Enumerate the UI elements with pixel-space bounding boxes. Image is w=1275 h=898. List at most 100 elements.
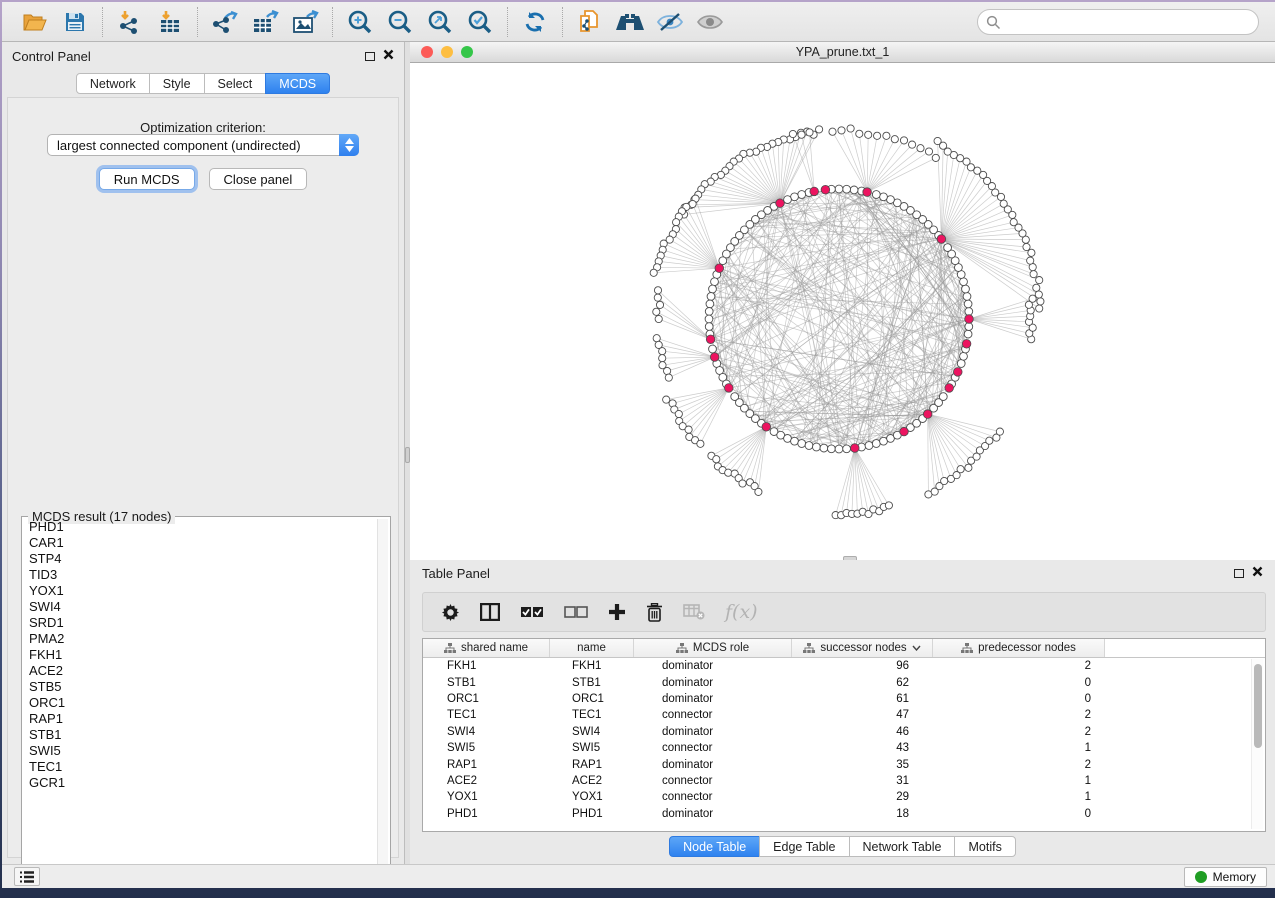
zoom-out-button[interactable] bbox=[383, 6, 417, 38]
float-panel-icon[interactable] bbox=[365, 52, 375, 61]
refresh-view-button[interactable] bbox=[518, 6, 552, 38]
network-node[interactable] bbox=[885, 502, 892, 509]
network-node[interactable] bbox=[965, 323, 973, 331]
close-panel-icon[interactable] bbox=[383, 47, 394, 65]
network-node[interactable] bbox=[705, 323, 713, 331]
delete-column-button[interactable] bbox=[646, 603, 663, 622]
function-builder-button[interactable]: f(x) bbox=[725, 601, 758, 623]
network-node[interactable] bbox=[965, 464, 972, 471]
network-node[interactable] bbox=[945, 384, 954, 393]
find-button[interactable] bbox=[613, 6, 647, 38]
table-row[interactable]: ORC1ORC1dominator610 bbox=[423, 691, 1265, 707]
import-network-button[interactable] bbox=[113, 6, 147, 38]
network-node[interactable] bbox=[705, 308, 713, 316]
mcds-result-item[interactable]: FKH1 bbox=[24, 647, 376, 663]
network-node[interactable] bbox=[900, 137, 907, 144]
column-header-shared-name[interactable]: shared name bbox=[423, 639, 550, 657]
network-node[interactable] bbox=[1029, 295, 1036, 302]
table-row[interactable]: RAP1RAP1dominator352 bbox=[423, 756, 1265, 772]
tab-node-table[interactable]: Node Table bbox=[669, 836, 760, 857]
network-node[interactable] bbox=[709, 285, 717, 293]
network-node[interactable] bbox=[805, 442, 813, 450]
network-node[interactable] bbox=[962, 285, 970, 293]
mcds-result-item[interactable]: STB1 bbox=[24, 727, 376, 743]
mcds-result-item[interactable]: PHD1 bbox=[24, 519, 376, 535]
tab-edge-table[interactable]: Edge Table bbox=[759, 836, 849, 857]
network-node[interactable] bbox=[1023, 243, 1030, 250]
zoom-selected-button[interactable] bbox=[463, 6, 497, 38]
network-node[interactable] bbox=[1028, 249, 1035, 256]
network-node[interactable] bbox=[715, 264, 724, 273]
zoom-fit-button[interactable] bbox=[423, 6, 457, 38]
network-node[interactable] bbox=[650, 269, 657, 276]
table-settings-button[interactable] bbox=[441, 603, 460, 622]
network-node[interactable] bbox=[1027, 257, 1034, 264]
network-node[interactable] bbox=[816, 126, 823, 133]
network-node[interactable] bbox=[1036, 277, 1043, 284]
table-row[interactable]: TEC1TEC1connector472 bbox=[423, 707, 1265, 723]
table-row[interactable]: STB1STB1dominator620 bbox=[423, 674, 1265, 690]
mcds-result-item[interactable]: SRD1 bbox=[24, 615, 376, 631]
network-node[interactable] bbox=[872, 191, 880, 199]
network-node[interactable] bbox=[835, 185, 843, 193]
network-node[interactable] bbox=[665, 374, 672, 381]
network-node[interactable] bbox=[1010, 219, 1017, 226]
network-node[interactable] bbox=[697, 440, 704, 447]
network-node[interactable] bbox=[659, 348, 666, 355]
tab-mcds[interactable]: MCDS bbox=[265, 73, 330, 94]
export-table-button[interactable] bbox=[248, 6, 282, 38]
network-node[interactable] bbox=[654, 294, 661, 301]
network-node[interactable] bbox=[725, 384, 734, 393]
mcds-result-item[interactable]: STB5 bbox=[24, 679, 376, 695]
network-node[interactable] bbox=[954, 368, 963, 377]
save-session-button[interactable] bbox=[58, 6, 92, 38]
network-node[interactable] bbox=[964, 300, 972, 308]
table-row[interactable]: YOX1YOX1connector291 bbox=[423, 789, 1265, 805]
table-row[interactable]: ACE2ACE2connector311 bbox=[423, 773, 1265, 789]
network-node[interactable] bbox=[791, 437, 799, 445]
network-node[interactable] bbox=[863, 188, 872, 197]
show-hide-panels-button[interactable] bbox=[653, 6, 687, 38]
export-image-button[interactable] bbox=[288, 6, 322, 38]
close-panel-button[interactable]: Close panel bbox=[209, 168, 308, 190]
float-panel-icon[interactable] bbox=[1234, 569, 1244, 578]
table-row[interactable]: PHD1PHD1dominator180 bbox=[423, 806, 1265, 822]
network-node[interactable] bbox=[707, 293, 715, 301]
table-scrollbar-thumb[interactable] bbox=[1254, 664, 1262, 748]
network-node[interactable] bbox=[960, 278, 968, 286]
mcds-result-item[interactable]: CAR1 bbox=[24, 535, 376, 551]
network-node[interactable] bbox=[880, 193, 888, 201]
network-node[interactable] bbox=[810, 187, 819, 196]
network-node[interactable] bbox=[798, 131, 805, 138]
mcds-result-item[interactable]: GCR1 bbox=[24, 775, 376, 791]
network-node[interactable] bbox=[941, 477, 948, 484]
network-node[interactable] bbox=[1037, 298, 1044, 305]
tab-motifs[interactable]: Motifs bbox=[954, 836, 1015, 857]
network-node[interactable] bbox=[739, 480, 746, 487]
mcds-result-item[interactable]: TEC1 bbox=[24, 759, 376, 775]
network-node[interactable] bbox=[762, 423, 771, 432]
network-node[interactable] bbox=[838, 127, 845, 134]
network-node[interactable] bbox=[675, 410, 682, 417]
import-table-button[interactable] bbox=[153, 6, 187, 38]
mcds-result-item[interactable]: SWI4 bbox=[24, 599, 376, 615]
network-node[interactable] bbox=[925, 148, 932, 155]
mcds-list-scrollbar[interactable] bbox=[377, 519, 388, 885]
column-visibility-button[interactable] bbox=[480, 603, 500, 621]
network-node[interactable] bbox=[917, 145, 924, 152]
tab-network[interactable]: Network bbox=[76, 73, 150, 94]
mcds-result-item[interactable]: YOX1 bbox=[24, 583, 376, 599]
network-node[interactable] bbox=[813, 443, 821, 451]
network-node[interactable] bbox=[1036, 305, 1043, 312]
network-node[interactable] bbox=[939, 393, 947, 401]
network-node[interactable] bbox=[965, 308, 973, 316]
mcds-result-item[interactable]: SWI5 bbox=[24, 743, 376, 759]
network-node[interactable] bbox=[789, 130, 796, 137]
network-node[interactable] bbox=[706, 335, 715, 344]
network-node[interactable] bbox=[986, 437, 993, 444]
close-panel-icon[interactable] bbox=[1252, 564, 1263, 582]
mcds-result-item[interactable]: ORC1 bbox=[24, 695, 376, 711]
mcds-result-item[interactable]: TID3 bbox=[24, 567, 376, 583]
network-node[interactable] bbox=[706, 300, 714, 308]
network-node[interactable] bbox=[685, 426, 692, 433]
